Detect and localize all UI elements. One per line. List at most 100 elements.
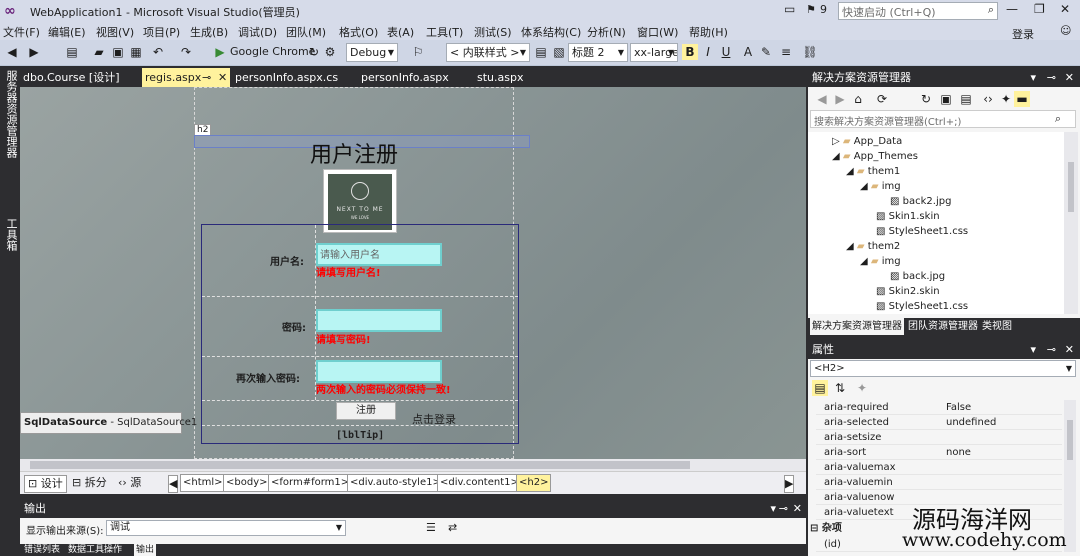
property-row[interactable]: aria-valuemin [816,475,1062,490]
back-icon[interactable]: ◀ [4,44,20,60]
scrollbar-thumb[interactable] [1068,162,1074,212]
tab-data-tools[interactable]: 数据工具操作 [68,544,122,556]
tree-item[interactable]: ▨ back.jpg [890,269,945,284]
tree-item[interactable]: ◢ ▰ img [860,179,901,194]
property-pages-icon[interactable]: ✦ [854,380,870,396]
collapse-icon[interactable]: ◢ [846,166,854,177]
source-view-button[interactable]: ‹› 源 [118,475,141,491]
property-row[interactable]: aria-selected undefined [816,415,1062,430]
breadcrumb-h2[interactable]: <h2> [516,474,552,492]
menu-team[interactable]: 团队(M) [286,24,326,40]
collapse-icon[interactable]: ◢ [832,151,840,162]
server-explorer-tab[interactable]: 服务器资源管理器 [3,70,19,158]
font-color-icon[interactable]: A [740,44,756,60]
tab-stu-aspx[interactable]: stu.aspx [474,68,523,87]
highlight-icon[interactable]: ✎ [758,44,774,60]
login-link[interactable]: 点击登录 [412,411,456,427]
collapse-icon[interactable]: ◢ [846,241,854,252]
pin-icon[interactable]: ⊸ [779,500,788,518]
notification-flag-icon[interactable]: ⚑ [806,3,816,16]
show-all-icon[interactable]: ▤ [958,91,974,107]
menu-project[interactable]: 项目(P) [143,24,180,40]
menu-architecture[interactable]: 体系结构(C) [521,24,581,40]
tree-item[interactable]: ▨ back2.jpg [890,194,951,209]
split-view-button[interactable]: ⊟ 拆分 [72,475,107,491]
scrollbar-thumb[interactable] [30,461,690,469]
config-select[interactable]: Debug ▼ [346,43,398,62]
menu-window[interactable]: 窗口(W) [637,24,678,40]
minimize-button[interactable]: — [1006,2,1018,16]
properties-object-select[interactable]: <H2> ▼ [810,360,1076,377]
tab-solution-explorer[interactable]: 解决方案资源管理器 [810,318,904,335]
close-button[interactable]: ✕ [1060,2,1070,16]
tree-item[interactable]: ▧ StyleSheet1.css [876,224,968,239]
browser-link-icon[interactable]: ⚙ [322,44,338,60]
property-row[interactable]: aria-setsize [816,430,1062,445]
breadcrumb-prev-icon[interactable]: ◀ [168,475,178,493]
block-format-select[interactable]: 标题 2 ▼ [568,43,628,62]
property-row[interactable]: aria-valuemax [816,460,1062,475]
close-icon[interactable]: ✕ [218,68,227,87]
breadcrumb-html[interactable]: <html> [180,474,226,492]
menu-debug[interactable]: 调试(D) [238,24,277,40]
tree-item[interactable]: ▷ ▰ App_Data [832,134,902,149]
design-view-button[interactable]: ⊡ 设计 [24,475,67,493]
tree-item[interactable]: ◢ ▰ App_Themes [832,149,918,164]
italic-button[interactable]: I [700,44,716,60]
align-icon[interactable]: ≡ [778,44,794,60]
close-icon[interactable]: ✕ [1065,68,1074,87]
manage-styles-icon[interactable]: ▧ [551,44,567,60]
undo-icon[interactable]: ↶ [150,44,166,60]
password-input[interactable] [316,309,442,332]
refresh-icon[interactable]: ↻ [306,44,322,60]
breadcrumb-next-icon[interactable]: ▶ [784,475,794,493]
menu-format[interactable]: 格式(O) [339,24,378,40]
tab-course-design[interactable]: dbo.Course [设计] [20,68,119,87]
properties-icon[interactable]: ✦ [998,91,1014,107]
property-value[interactable]: undefined [946,415,996,430]
forward-icon[interactable]: ▶ [832,91,848,107]
property-value[interactable]: none [946,445,971,460]
dropdown-icon[interactable]: ▾ [1030,68,1036,87]
link-icon[interactable]: ⛓ [802,44,818,60]
refresh-icon[interactable]: ↻ [918,91,934,107]
font-size-select[interactable]: xx-large ▼ [630,43,678,62]
pin-icon[interactable]: ⊸ [202,68,211,87]
collapse-icon[interactable]: ▣ [938,91,954,107]
underline-button[interactable]: U [718,44,734,60]
horizontal-scrollbar[interactable] [20,459,806,471]
menu-edit[interactable]: 编辑(E) [48,24,86,40]
tree-item[interactable]: ▧ Skin2.skin [876,284,940,299]
bold-button[interactable]: B [682,44,698,60]
register-button[interactable]: 注册 [336,402,396,420]
tab-personinfo-cs[interactable]: personInfo.aspx.cs [232,68,338,87]
menu-view[interactable]: 视图(V) [96,24,134,40]
property-row[interactable]: aria-required False [816,400,1062,415]
feedback-icon[interactable]: ▭ [784,2,795,16]
home-icon[interactable]: ⌂ [850,91,866,107]
quick-launch-input[interactable]: 快速启动 (Ctrl+Q) ⌕ [838,2,998,20]
tree-item[interactable]: ◢ ▰ them2 [846,239,900,254]
style-apply-icon[interactable]: ▤ [533,44,549,60]
forward-icon[interactable]: ▶ [26,44,42,60]
redo-icon[interactable]: ↷ [178,44,194,60]
close-icon[interactable]: ✕ [1065,340,1074,359]
expand-icon[interactable]: ▷ [832,136,840,147]
sync-icon[interactable]: ⟳ [874,91,890,107]
menu-help[interactable]: 帮助(H) [689,24,728,40]
property-value[interactable]: False [946,400,971,415]
tab-output[interactable]: 输出 [134,544,157,556]
breadcrumb-div-auto-style[interactable]: <div.auto-style1> [347,474,444,492]
menu-analyze[interactable]: 分析(N) [587,24,626,40]
browser-select[interactable]: Google Chrome [230,43,315,61]
solution-vertical-scrollbar[interactable] [1064,132,1078,314]
confirm-input[interactable] [316,360,442,383]
tab-personinfo-aspx[interactable]: personInfo.aspx [358,68,449,87]
tab-regis-aspx[interactable]: regis.aspx ⊸ ✕ [142,68,230,87]
clear-all-icon[interactable]: ☰ [426,521,436,534]
play-icon[interactable]: ▶ [212,44,228,60]
tree-item[interactable]: ▧ Skin1.skin [876,209,940,224]
username-input[interactable]: 请输入用户名 [316,243,442,266]
attach-icon[interactable]: ⚐ [410,44,426,60]
collapse-icon[interactable]: ◢ [860,181,868,192]
